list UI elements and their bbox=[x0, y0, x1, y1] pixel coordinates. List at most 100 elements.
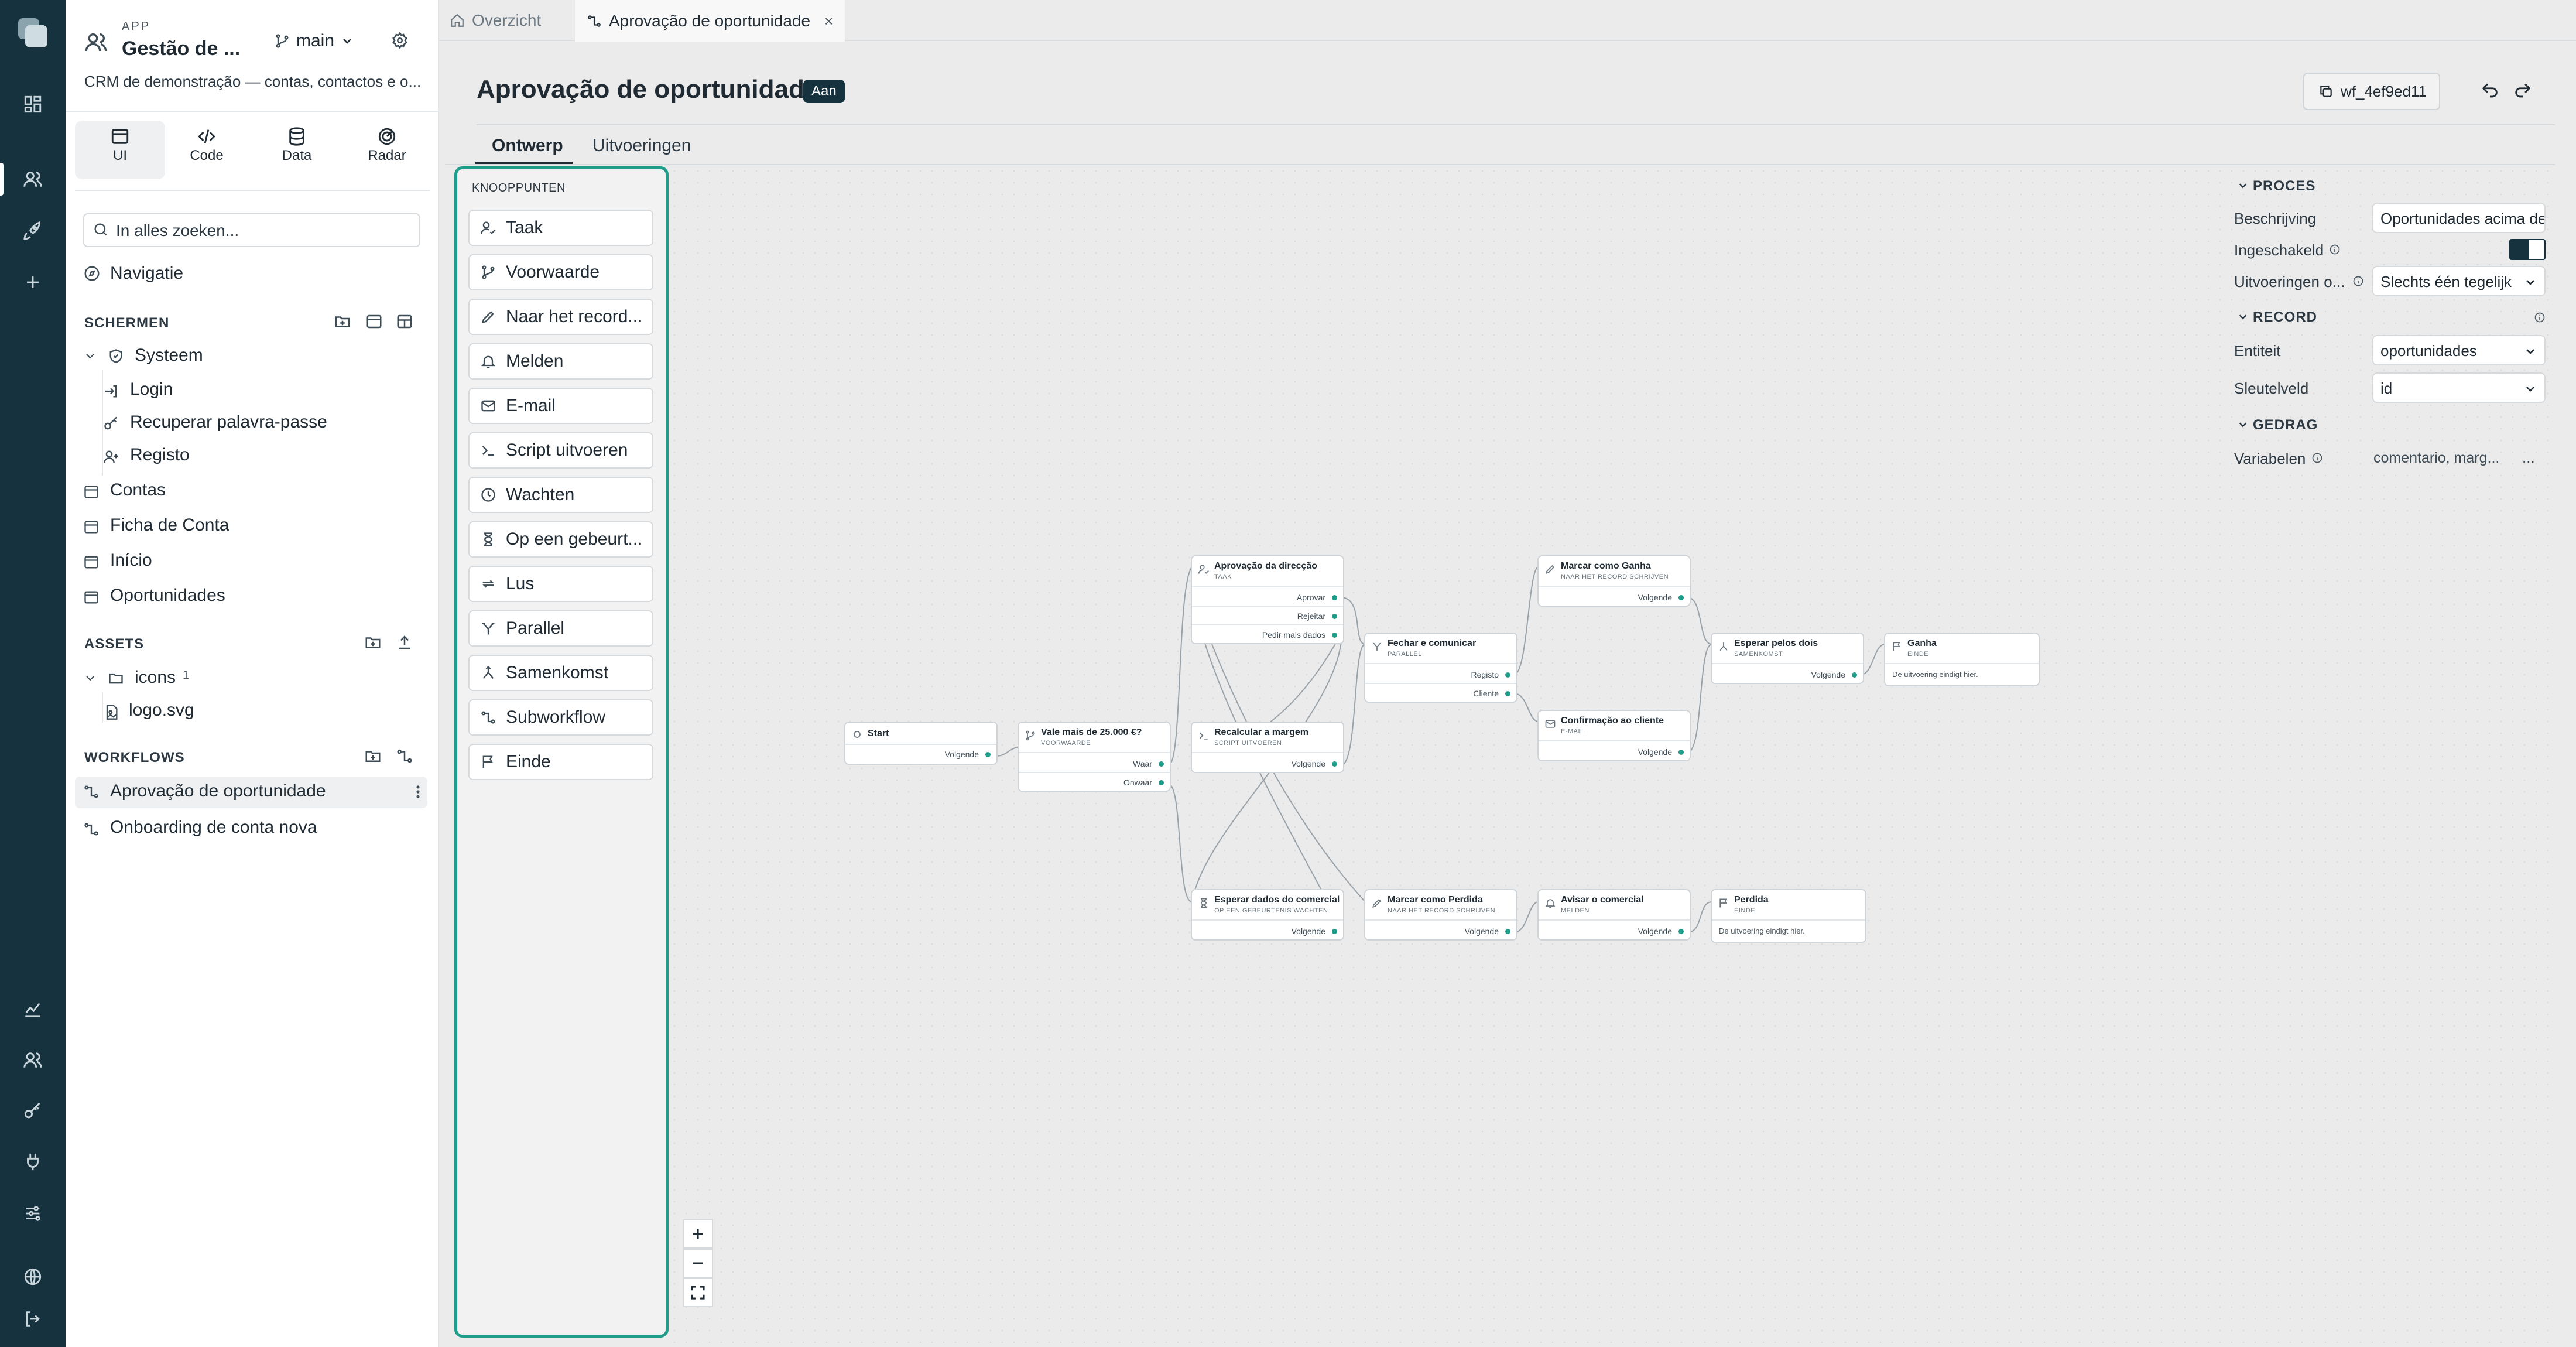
chevron-down-icon[interactable] bbox=[2236, 310, 2249, 323]
output-handle[interactable] bbox=[1852, 672, 1857, 678]
node-title: Recalcular a margem bbox=[1214, 727, 1308, 737]
node-port: Rejeitar bbox=[1297, 611, 1325, 621]
node-port: Waar bbox=[1133, 759, 1152, 768]
flag-icon bbox=[1718, 897, 1729, 909]
node-recalc[interactable]: Recalcular a margem SCRIPT UITVOEREN Vol… bbox=[1191, 722, 1344, 773]
node-port: Registo bbox=[1471, 670, 1499, 679]
divider bbox=[1539, 586, 1690, 587]
divider bbox=[1192, 752, 1343, 753]
output-handle[interactable] bbox=[1678, 595, 1684, 600]
edge bbox=[1860, 644, 1886, 675]
enabled-label: Ingeschakeld bbox=[2234, 241, 2324, 259]
chevron-down-icon bbox=[2523, 275, 2537, 289]
node-port: Volgende bbox=[944, 750, 979, 759]
node-port: Volgende bbox=[1291, 927, 1325, 936]
node-type: MELDEN bbox=[1561, 907, 1590, 914]
output-handle[interactable] bbox=[1332, 595, 1337, 600]
node-title: Avisar o comercial bbox=[1561, 895, 1644, 905]
chevron-down-icon bbox=[2523, 344, 2537, 358]
edge bbox=[995, 746, 1019, 757]
key-select[interactable]: id bbox=[2372, 372, 2546, 403]
output-handle[interactable] bbox=[1505, 672, 1510, 678]
node-title: Marcar como Ganha bbox=[1561, 561, 1651, 571]
pencil-icon bbox=[1371, 897, 1383, 909]
node-title: Fechar e comunicar bbox=[1388, 638, 1477, 648]
node-notify[interactable]: Avisar o comercial MELDEN Volgende bbox=[1537, 889, 1691, 941]
section-record[interactable]: RECORD bbox=[2253, 309, 2317, 326]
bell-icon bbox=[1544, 897, 1556, 909]
node-note: De uitvoering eindigt hier. bbox=[1719, 927, 1805, 935]
fit-view-button[interactable] bbox=[683, 1278, 713, 1307]
node-end-lost[interactable]: Perdida EINDE De uitvoering eindigt hier… bbox=[1711, 889, 1866, 943]
output-handle[interactable] bbox=[1678, 929, 1684, 934]
node-type: PARALLEL bbox=[1388, 651, 1422, 658]
variables-more[interactable]: ... bbox=[2522, 449, 2535, 467]
node-title: Start bbox=[868, 729, 889, 739]
description-field[interactable]: Oportunidades acima de bbox=[2372, 203, 2546, 233]
fullscreen-icon bbox=[691, 1286, 705, 1300]
circle-icon bbox=[851, 729, 863, 740]
output-handle[interactable] bbox=[1332, 633, 1337, 638]
description-label: Beschrijving bbox=[2234, 210, 2317, 227]
variables-label: Variabelen bbox=[2234, 450, 2306, 467]
zoom-out-button[interactable] bbox=[683, 1249, 713, 1278]
output-handle[interactable] bbox=[1332, 761, 1337, 767]
output-handle[interactable] bbox=[1678, 750, 1684, 755]
edge bbox=[1513, 566, 1539, 675]
output-handle[interactable] bbox=[1332, 614, 1337, 619]
edge bbox=[1340, 644, 1366, 766]
edge bbox=[1687, 901, 1712, 933]
node-won-mark[interactable]: Marcar como Ganha NAAR HET RECORD SCHRIJ… bbox=[1537, 555, 1691, 607]
node-join[interactable]: Esperar pelos dois SAMENKOMST Volgende bbox=[1711, 633, 1864, 684]
divider bbox=[1192, 586, 1343, 587]
node-type: E-MAIL bbox=[1561, 728, 1584, 735]
chevron-down-icon[interactable] bbox=[2236, 418, 2249, 431]
section-gedrag[interactable]: GEDRAG bbox=[2253, 417, 2318, 433]
user-check-icon bbox=[1198, 563, 1210, 575]
node-wait-data[interactable]: Esperar dados do comercial OP EEN GEBEUR… bbox=[1191, 889, 1344, 941]
node-end-won[interactable]: Ganha EINDE De uitvoering eindigt hier. bbox=[1884, 633, 2040, 686]
node-confirm[interactable]: Confirmação ao cliente E-MAIL Volgende bbox=[1537, 710, 1691, 761]
node-title: Confirmação ao cliente bbox=[1561, 716, 1664, 726]
runs-label: Uitvoeringen o... bbox=[2234, 273, 2345, 290]
section-proces[interactable]: PROCES bbox=[2253, 178, 2315, 194]
entity-select[interactable]: oportunidades bbox=[2372, 335, 2546, 365]
node-port: Onwaar bbox=[1123, 778, 1152, 787]
node-close[interactable]: Fechar e comunicar PARALLEL Registo Clie… bbox=[1364, 633, 1517, 703]
info-icon bbox=[2311, 452, 2323, 464]
zoom-in-button[interactable] bbox=[683, 1219, 713, 1249]
node-lost-mark[interactable]: Marcar como Perdida NAAR HET RECORD SCHR… bbox=[1364, 889, 1517, 941]
output-handle[interactable] bbox=[1505, 929, 1510, 934]
edge bbox=[1168, 566, 1193, 765]
output-handle[interactable] bbox=[1505, 691, 1510, 696]
node-type: SAMENKOMST bbox=[1734, 651, 1783, 658]
output-handle[interactable] bbox=[985, 752, 991, 757]
chevron-down-icon bbox=[2523, 382, 2537, 396]
node-port: Volgende bbox=[1638, 747, 1672, 757]
mail-icon bbox=[1544, 718, 1556, 730]
variables-value[interactable]: comentario, marg... bbox=[2373, 450, 2499, 467]
node-type: NAAR HET RECORD SCHRIJVEN bbox=[1561, 573, 1669, 580]
output-handle[interactable] bbox=[1159, 761, 1164, 767]
edge bbox=[1513, 693, 1539, 722]
divider bbox=[1365, 919, 1516, 921]
enabled-toggle[interactable] bbox=[2509, 239, 2546, 260]
runs-select[interactable]: Slechts één tegelijk bbox=[2372, 266, 2546, 296]
edge bbox=[1211, 644, 1366, 902]
divider bbox=[1712, 663, 1863, 664]
divider bbox=[1365, 663, 1516, 664]
node-type: VOORWAARDE bbox=[1041, 740, 1091, 747]
key-value: id bbox=[2380, 380, 2393, 397]
info-icon bbox=[2352, 275, 2364, 287]
node-approval[interactable]: Aprovação da direcção TAAK Aprovar Rejei… bbox=[1191, 555, 1344, 644]
split-icon bbox=[1371, 641, 1383, 652]
node-condition[interactable]: Vale mais de 25.000 €? VOORWAARDE Waar O… bbox=[1018, 722, 1171, 792]
node-start[interactable]: Start Volgende bbox=[844, 722, 998, 765]
node-type: EINDE bbox=[1734, 907, 1756, 914]
chevron-down-icon[interactable] bbox=[2236, 179, 2249, 192]
node-type: TAAK bbox=[1214, 573, 1232, 580]
output-handle[interactable] bbox=[1159, 780, 1164, 785]
node-port: Cliente bbox=[1473, 689, 1499, 698]
output-handle[interactable] bbox=[1332, 929, 1337, 934]
terminal-icon bbox=[1198, 730, 1210, 741]
